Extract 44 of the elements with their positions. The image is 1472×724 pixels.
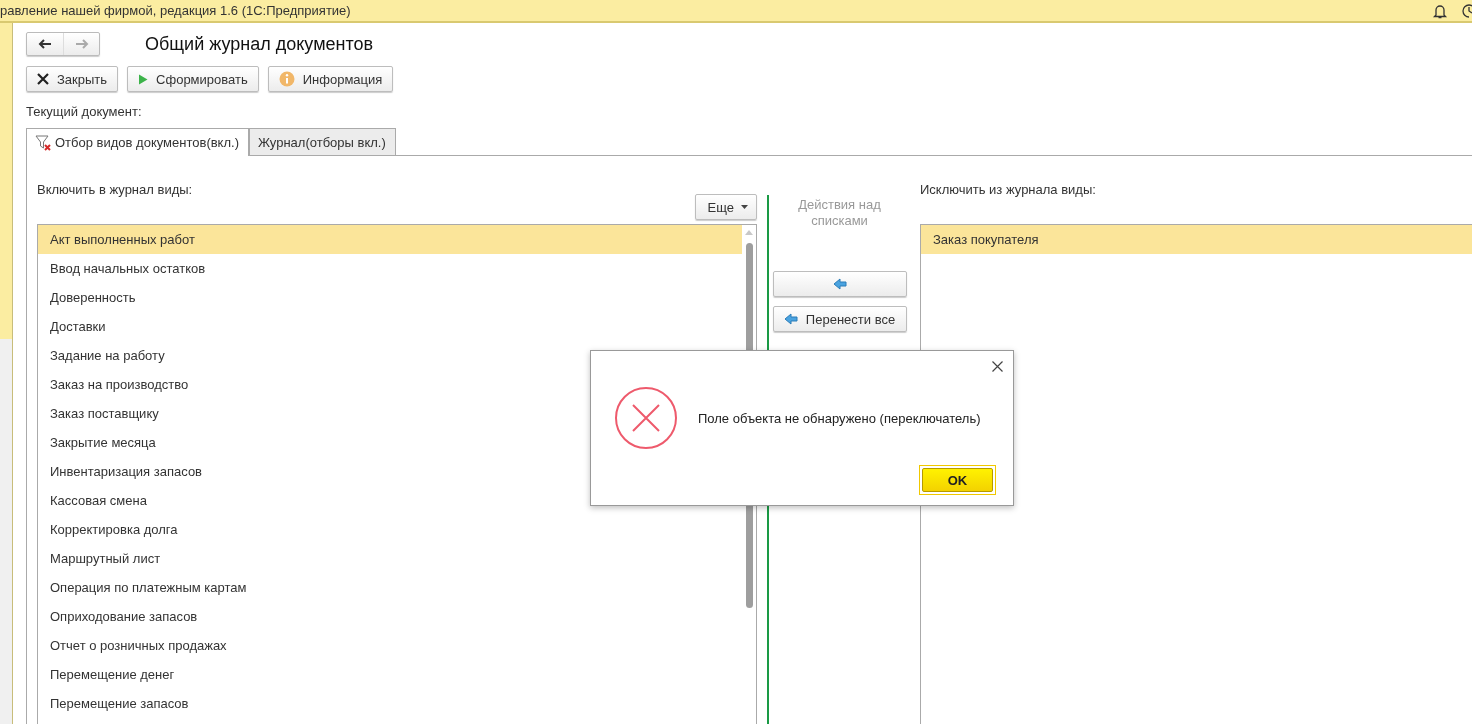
move-all-button[interactable]: Перенести все <box>772 306 907 332</box>
list-item[interactable]: Перемещение запасов <box>38 689 742 718</box>
history-button[interactable] <box>1462 2 1472 19</box>
list-label: Исключить из журнала виды: <box>920 182 1097 198</box>
left-arrow-icon <box>832 278 847 290</box>
list-item[interactable]: Акт выполненных работ <box>38 225 742 254</box>
group-caption: Действия над списками <box>797 197 882 229</box>
left-arrow-icon <box>783 313 798 325</box>
list-item[interactable]: Перемещение денег <box>38 660 742 689</box>
list-item[interactable]: Маршрутный лист <box>38 544 742 573</box>
generate-button[interactable]: Сформировать <box>127 66 259 92</box>
list-item[interactable]: Доставки <box>38 312 742 341</box>
info-button[interactable]: Информация <box>267 66 394 92</box>
window-title: равление нашей фирмой, редакция 1.6 (1С:Предприятие) <box>0 3 351 18</box>
list-item[interactable]: Доверенность <box>38 283 742 312</box>
clock-icon <box>1462 2 1472 19</box>
list-item[interactable]: Корректировка долга <box>38 515 742 544</box>
close-button[interactable] <box>992 361 1003 372</box>
close-button[interactable]: Закрыть <box>26 66 119 92</box>
bell-icon <box>1432 2 1448 19</box>
caret-icon <box>741 205 748 209</box>
list-item[interactable]: Операция по платежным картам <box>38 573 742 602</box>
filter-clear-icon <box>35 134 51 151</box>
error-icon <box>614 386 678 450</box>
list-item[interactable]: Отчет о розничных продажах <box>38 631 742 660</box>
play-icon <box>138 73 149 85</box>
right-arrow-icon <box>74 39 89 49</box>
tab[interactable]: Отбор видов документов(вкл.) <box>26 128 249 156</box>
info-icon <box>278 71 295 87</box>
form-title: Общий журнал документов <box>145 33 374 55</box>
list-label: Включить в журнал виды: <box>37 182 194 198</box>
list-item[interactable]: Оприходование запасов <box>38 602 742 631</box>
left-arrow-icon <box>38 39 52 49</box>
close-icon <box>992 361 1003 372</box>
field-label: Текущий документ: <box>26 104 143 119</box>
close-icon <box>37 73 49 85</box>
error-message: Поле объекта не обнаружено (переключатель) <box>698 410 981 426</box>
list-item[interactable]: Заказ покупателя <box>921 225 1472 254</box>
tab[interactable]: Журнал(отборы вкл.) <box>249 128 396 155</box>
notifications-button[interactable] <box>1432 2 1448 19</box>
ok-button[interactable]: OK <box>922 468 993 492</box>
scroll-up-icon <box>745 230 753 235</box>
list-item[interactable]: Ввод начальных остатков <box>38 254 742 283</box>
more-button[interactable]: Еще <box>694 194 757 220</box>
